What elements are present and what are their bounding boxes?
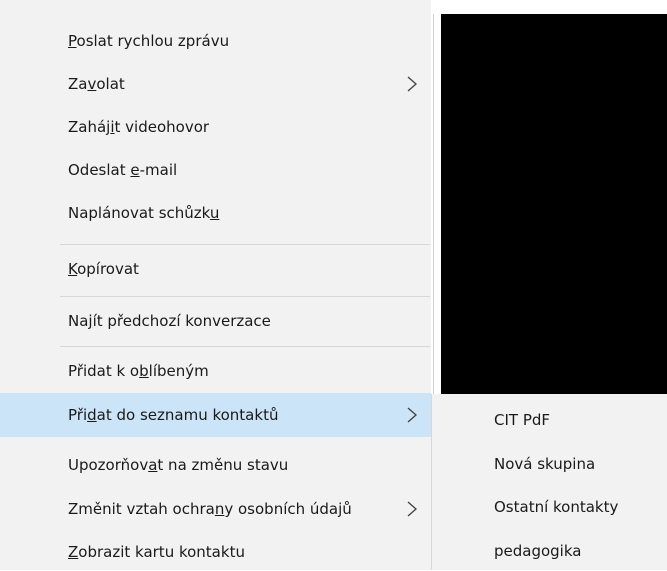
submenu-contact-groups: CIT PdF Nová skupina Ostatní kontakty pe…: [431, 394, 667, 570]
menu-item-copy[interactable]: Kopírovat: [0, 250, 431, 288]
submenu-item-other-contacts[interactable]: Ostatní kontakty: [432, 488, 667, 526]
menu-item-call[interactable]: Zavolat: [0, 65, 431, 103]
menu-item-add-to-favorites[interactable]: Přidat k oblíbeným: [0, 352, 431, 390]
menu-item-label: Naplánovat schůzku: [68, 204, 220, 222]
menu-border: [433, 14, 434, 394]
menu-item-add-to-contacts[interactable]: Přidat do seznamu kontaktů: [0, 393, 431, 437]
submenu-item-pedagogika[interactable]: pedagogika: [432, 532, 667, 570]
menu-item-schedule-meeting[interactable]: Naplánovat schůzku: [0, 194, 431, 232]
menu-item-send-im[interactable]: Poslat rychlou zprávu: [0, 22, 431, 60]
menu-item-label: Najít předchozí konverzace: [68, 312, 271, 330]
menu-item-label: Zavolat: [68, 75, 125, 93]
menu-item-change-privacy-relationship[interactable]: Změnit vztah ochrany osobních údajů: [0, 490, 431, 528]
submenu-item-cit-pdf[interactable]: CIT PdF: [432, 401, 667, 439]
menu-item-start-video-call[interactable]: Zahájit videohovor: [0, 108, 431, 146]
menu-item-label: Poslat rychlou zprávu: [68, 32, 230, 50]
menu-separator: [60, 346, 430, 347]
chevron-right-icon: [403, 65, 421, 103]
menu-item-label: Kopírovat: [68, 260, 139, 278]
menu-item-label: Upozorňovat na změnu stavu: [68, 456, 289, 474]
menu-item-label: Zahájit videohovor: [68, 118, 210, 136]
menu-item-label: Odeslat e-mail: [68, 161, 178, 179]
chevron-right-icon: [403, 393, 421, 437]
menu-item-label: Přidat k oblíbeným: [68, 362, 209, 380]
menu-item-label: Přidat do seznamu kontaktů: [68, 406, 279, 424]
menu-item-notify-status-change[interactable]: Upozorňovat na změnu stavu: [0, 446, 431, 484]
menu-item-send-email[interactable]: Odeslat e-mail: [0, 151, 431, 189]
chevron-right-icon: [403, 490, 421, 528]
submenu-item-new-group[interactable]: Nová skupina: [432, 445, 667, 483]
menu-item-label: Zobrazit kartu kontaktu: [68, 543, 245, 561]
black-panel: [441, 14, 667, 394]
menu-item-view-contact-card[interactable]: Zobrazit kartu kontaktu: [0, 533, 431, 571]
context-menu: Poslat rychlou zprávu Zavolat Zahájit vi…: [0, 0, 431, 570]
menu-item-label: Změnit vztah ochrany osobních údajů: [68, 500, 352, 518]
menu-separator: [60, 244, 430, 245]
menu-separator: [60, 296, 430, 297]
menu-item-find-previous-conversations[interactable]: Najít předchozí konverzace: [0, 302, 431, 340]
